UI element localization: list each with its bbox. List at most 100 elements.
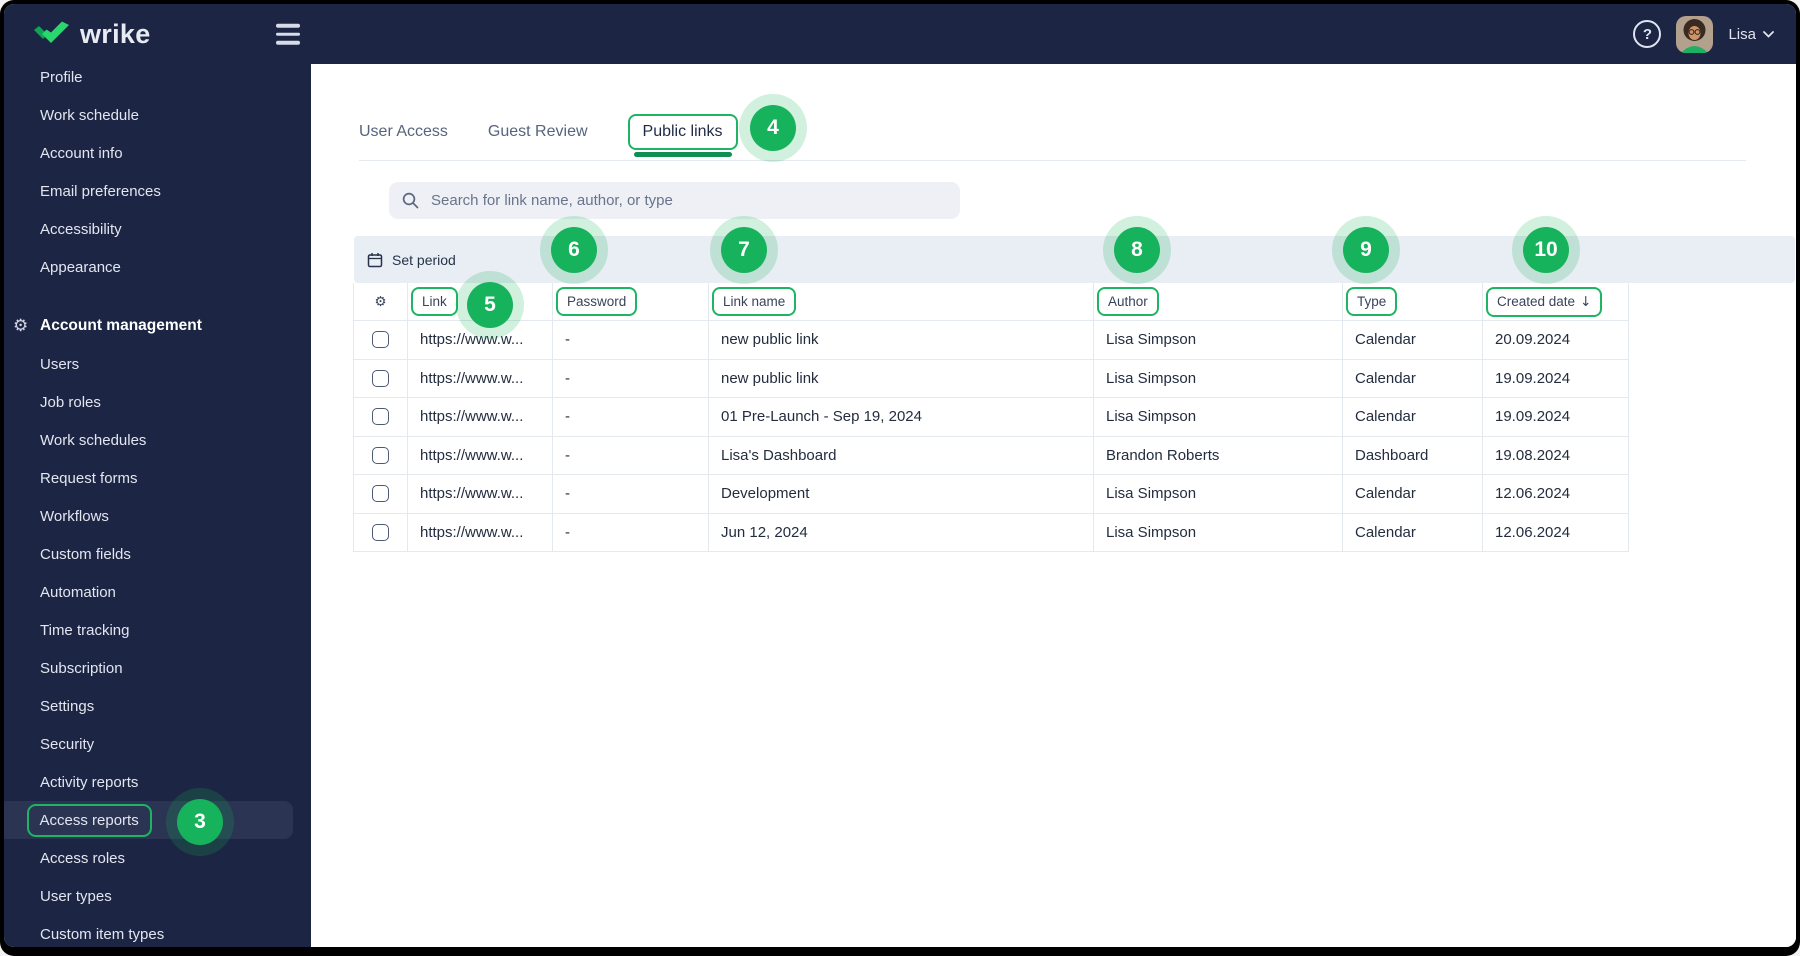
- tab-user-access[interactable]: User Access: [359, 123, 448, 141]
- cell-password: -: [553, 321, 709, 360]
- table-row[interactable]: https://www.w... - Jun 12, 2024 Lisa Simpso…: [354, 513, 1628, 552]
- cell-type: Calendar: [1343, 475, 1483, 514]
- column-header-box-password[interactable]: Password: [556, 287, 638, 316]
- menu-toggle-button[interactable]: [272, 20, 304, 49]
- cell-author: Lisa Simpson: [1094, 475, 1343, 514]
- column-header-box-link-name[interactable]: Link name: [712, 287, 797, 316]
- avatar-image: [1676, 15, 1714, 53]
- topbar-right: ? Lisa: [1633, 15, 1774, 53]
- public-links-table: ⚙ Link Password Link name Author Type Created …: [353, 283, 1629, 552]
- help-icon[interactable]: ?: [1633, 20, 1662, 48]
- user-menu[interactable]: Lisa: [1728, 26, 1774, 43]
- column-header-author: Author: [1094, 283, 1343, 321]
- row-checkbox[interactable]: [372, 408, 389, 426]
- screenshot-frame: wrike ? Lisa Profile Work schedule Accou…: [0, 0, 1800, 956]
- row-checkbox-cell: [354, 359, 408, 398]
- gear-icon: ⚙: [13, 316, 29, 336]
- cell-link-name: 01 Pre-Launch - Sep 19, 2024: [709, 398, 1094, 437]
- tab-guest-review[interactable]: Guest Review: [488, 123, 588, 141]
- table-row[interactable]: https://www.w... - Lisa's Dashboard Brandon…: [354, 436, 1628, 475]
- sidebar-item-work-schedule[interactable]: Work schedule: [4, 96, 311, 134]
- column-header-box-created-date[interactable]: Created date ↓: [1486, 286, 1603, 317]
- annotation-badge-6: 6: [551, 227, 597, 273]
- cell-password: -: [553, 513, 709, 552]
- sidebar-item-user-types[interactable]: User types: [4, 877, 311, 915]
- top-navbar: wrike ? Lisa: [4, 4, 1796, 64]
- sidebar-item-subscription[interactable]: Subscription: [4, 649, 311, 687]
- annotation-badge-3: 3: [177, 799, 223, 845]
- cell-link-name: Lisa's Dashboard: [709, 436, 1094, 475]
- sidebar-item-request-forms[interactable]: Request forms: [4, 459, 311, 497]
- cell-author: Lisa Simpson: [1094, 398, 1343, 437]
- tab-bar: User Access Guest Review Public links: [359, 104, 1746, 161]
- cell-type: Calendar: [1343, 513, 1483, 552]
- annotation-badge-9: 9: [1343, 227, 1389, 273]
- cell-link-name: new public link: [709, 321, 1094, 360]
- sidebar-item-access-reports[interactable]: Access reports: [4, 801, 293, 839]
- table-row[interactable]: https://www.w... - Development Lisa Simpson…: [354, 475, 1628, 514]
- sidebar-item-access-roles[interactable]: Access roles: [4, 839, 311, 877]
- sidebar-item-activity-reports[interactable]: Activity reports: [4, 763, 311, 801]
- row-checkbox[interactable]: [372, 331, 389, 349]
- cell-created-date: 12.06.2024: [1483, 514, 1628, 552]
- cell-created-date: 20.09.2024: [1483, 321, 1628, 360]
- avatar[interactable]: [1676, 15, 1714, 53]
- body-row: Profile Work schedule Account info Email pr…: [4, 64, 1796, 947]
- sidebar-item-appearance[interactable]: Appearance: [4, 248, 311, 286]
- sidebar-item-automation[interactable]: Automation: [4, 573, 311, 611]
- cell-author: Brandon Roberts: [1094, 436, 1343, 475]
- row-checkbox[interactable]: [372, 369, 389, 387]
- cell-link: https://www.w...: [408, 436, 553, 475]
- help-glyph: ?: [1642, 25, 1653, 43]
- sidebar-section-list: Users Job roles Work schedules Request form…: [4, 345, 311, 947]
- tab-public-links[interactable]: Public links: [627, 114, 738, 157]
- table-settings-gear-icon[interactable]: ⚙: [354, 283, 408, 321]
- table-row[interactable]: https://www.w... - new public link Lisa Sim…: [354, 359, 1628, 398]
- sidebar-item-email-preferences[interactable]: Email preferences: [4, 172, 311, 210]
- sidebar-section-account-management[interactable]: ⚙ Account management: [4, 307, 311, 345]
- cell-type: Calendar: [1343, 321, 1483, 360]
- annotation-badge-10: 10: [1523, 227, 1569, 273]
- table-header-row: ⚙ Link Password Link name Author Type Created …: [354, 283, 1628, 321]
- sidebar-item-accessibility[interactable]: Accessibility: [4, 210, 311, 248]
- cell-type: Calendar: [1343, 359, 1483, 398]
- row-checkbox[interactable]: [372, 485, 389, 503]
- search-input[interactable]: [429, 191, 947, 210]
- cell-type: Calendar: [1343, 398, 1483, 437]
- column-header-created-date: Created date ↓: [1483, 283, 1628, 321]
- cell-created-date: 19.09.2024: [1483, 360, 1628, 398]
- column-header-box-link[interactable]: Link: [411, 287, 458, 316]
- row-checkbox-cell: [354, 513, 408, 552]
- sidebar-item-users[interactable]: Users: [4, 345, 311, 383]
- sidebar-item-custom-item-types[interactable]: Custom item types: [4, 915, 311, 947]
- user-name: Lisa: [1728, 25, 1756, 43]
- sidebar: Profile Work schedule Account info Email pr…: [4, 64, 311, 947]
- table-row[interactable]: https://www.w... -01 Pre-Launch - Sep 19,…: [354, 398, 1628, 437]
- table-row[interactable]: https://www.w... - new public link Lisa Sim…: [354, 321, 1628, 360]
- row-checkbox-cell: [354, 398, 408, 437]
- column-header-link-name: Link name: [709, 283, 1094, 321]
- sidebar-item-security[interactable]: Security: [4, 725, 311, 763]
- sidebar-item-account-info[interactable]: Account info: [4, 134, 311, 172]
- column-header-box-author[interactable]: Author: [1097, 287, 1159, 316]
- sidebar-item-workflows[interactable]: Workflows: [4, 497, 311, 535]
- sidebar-item-job-roles[interactable]: Job roles: [4, 383, 311, 421]
- wrike-logo: wrike: [34, 19, 151, 50]
- cell-link-name: Jun 12, 2024: [709, 513, 1094, 552]
- sidebar-item-custom-fields[interactable]: Custom fields: [4, 535, 311, 573]
- sidebar-item-work-schedules[interactable]: Work schedules: [4, 421, 311, 459]
- cell-created-date: 12.06.2024: [1483, 475, 1628, 514]
- row-checkbox[interactable]: [372, 446, 389, 464]
- cell-password: -: [553, 359, 709, 398]
- cell-link-name: Development: [709, 475, 1094, 514]
- sidebar-item-profile[interactable]: Profile: [4, 64, 311, 96]
- cell-link: https://www.w...: [408, 475, 553, 514]
- sidebar-item-time-tracking[interactable]: Time tracking: [4, 611, 311, 649]
- column-header-box-type[interactable]: Type: [1346, 287, 1398, 316]
- set-period-button[interactable]: Set period: [392, 252, 456, 268]
- sidebar-item-settings[interactable]: Settings: [4, 687, 311, 725]
- row-checkbox[interactable]: [372, 523, 389, 541]
- cell-link: https://www.w...: [408, 321, 553, 360]
- cell-type: Dashboard: [1343, 436, 1483, 475]
- app-window: wrike ? Lisa Profile Work schedule Accou…: [4, 4, 1796, 947]
